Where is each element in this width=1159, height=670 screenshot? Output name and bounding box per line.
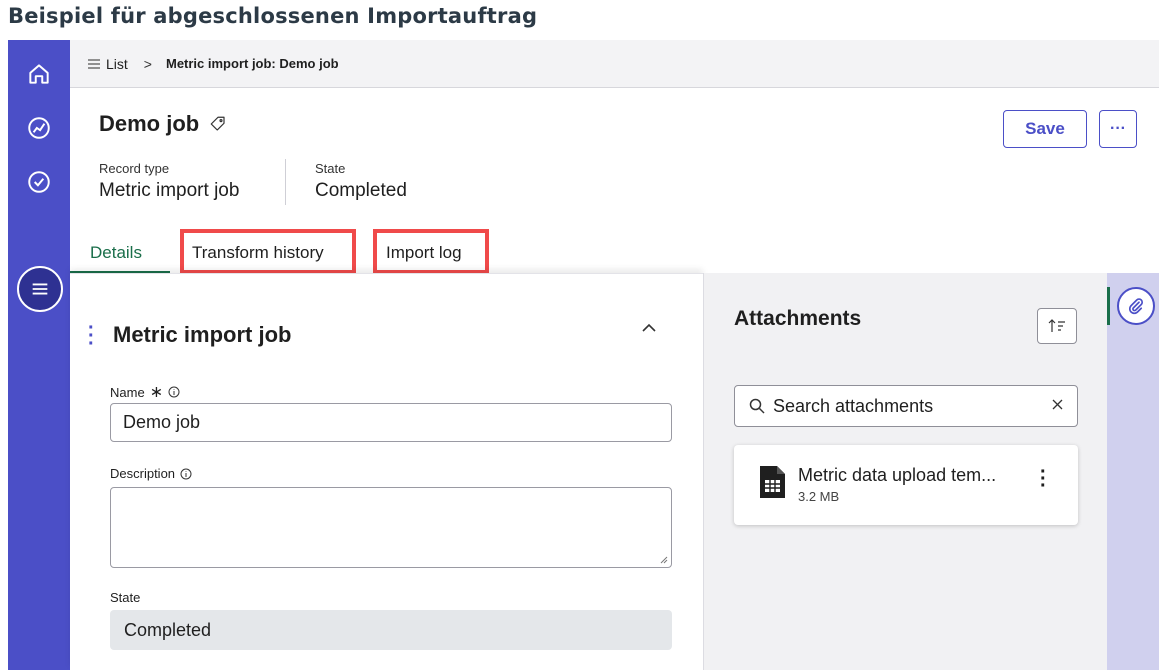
utility-strip bbox=[1107, 273, 1159, 670]
record-type-label: Record type bbox=[99, 161, 170, 176]
required-asterisk: ∗ bbox=[149, 384, 164, 401]
attachment-size: 3.2 MB bbox=[798, 489, 840, 504]
section-drag-handle[interactable]: · · · bbox=[88, 318, 95, 354]
chevron-up-icon bbox=[642, 323, 656, 332]
name-label: Name bbox=[110, 384, 145, 400]
attachment-card[interactable]: Metric data upload tem... 3.2 MB · · · bbox=[734, 445, 1078, 525]
search-icon bbox=[749, 398, 765, 414]
record-type-meta: Record type Metric import job bbox=[99, 161, 239, 202]
state-field-label: State bbox=[110, 590, 140, 605]
close-icon bbox=[1052, 399, 1063, 410]
attachment-name[interactable]: Metric data upload tem... bbox=[798, 465, 996, 486]
description-label: Description bbox=[110, 466, 176, 481]
attachments-title: Attachments bbox=[734, 307, 862, 330]
nav-metrics[interactable] bbox=[8, 108, 70, 148]
breadcrumb-separator: > bbox=[143, 55, 152, 72]
record-tabs: Details Transform history Import log bbox=[70, 229, 710, 274]
sort-attachments-button[interactable] bbox=[1037, 308, 1077, 344]
record-title: Demo job bbox=[99, 111, 200, 136]
attachments-toggle-button[interactable] bbox=[1117, 287, 1155, 325]
paperclip-icon bbox=[1128, 298, 1143, 315]
breadcrumb-current: Metric import job: Demo job bbox=[165, 56, 339, 71]
check-circle-icon bbox=[28, 171, 50, 193]
list-lines-icon bbox=[88, 58, 100, 69]
state-meta: State Completed bbox=[315, 161, 407, 202]
state-readonly-field: Completed bbox=[110, 610, 672, 650]
search-input[interactable]: Search attachments bbox=[734, 385, 1078, 427]
tag-icon[interactable] bbox=[209, 115, 227, 133]
nav-records[interactable] bbox=[17, 266, 63, 312]
save-button[interactable]: Save bbox=[1003, 110, 1087, 148]
page-caption: Beispiel für abgeschlossenen Importauftr… bbox=[8, 4, 538, 28]
metrics-icon bbox=[28, 117, 50, 139]
description-field-label: Description bbox=[110, 466, 192, 481]
nav-tasks[interactable] bbox=[8, 162, 70, 202]
state-meta-label: State bbox=[315, 161, 346, 176]
meta-divider bbox=[285, 159, 286, 205]
attachment-menu-button[interactable]: · · · bbox=[1040, 462, 1047, 496]
breadcrumb-list-label: List bbox=[106, 55, 128, 72]
nav-home[interactable] bbox=[8, 54, 70, 94]
sort-icon bbox=[1048, 319, 1065, 332]
info-icon[interactable] bbox=[168, 386, 180, 398]
clear-search-button[interactable] bbox=[1052, 397, 1063, 413]
search-placeholder: Search attachments bbox=[773, 395, 934, 416]
resize-handle-icon[interactable] bbox=[660, 556, 668, 564]
spreadsheet-file-icon bbox=[758, 465, 786, 504]
description-textarea[interactable] bbox=[110, 487, 672, 568]
nav-rail bbox=[8, 40, 70, 670]
home-icon bbox=[29, 64, 49, 84]
section-title: Metric import job bbox=[113, 322, 292, 347]
highlight-import-log bbox=[373, 229, 489, 274]
page-title: Demo job bbox=[99, 111, 227, 137]
attachments-panel: Attachments Search attachments Metric da… bbox=[703, 273, 1107, 670]
breadcrumb-list-link[interactable]: List bbox=[88, 56, 128, 72]
details-panel: · · · Metric import job Name ∗ Demo job De… bbox=[70, 273, 703, 670]
more-options-button[interactable]: ··· bbox=[1099, 110, 1137, 148]
breadcrumb: List > Metric import job: Demo job bbox=[70, 40, 1159, 88]
tab-details[interactable]: Details bbox=[90, 235, 142, 271]
collapse-section-button[interactable] bbox=[642, 320, 656, 338]
state-label: State bbox=[110, 590, 141, 605]
utility-active-indicator bbox=[1107, 287, 1110, 325]
state-meta-value: Completed bbox=[315, 180, 407, 201]
list-icon bbox=[32, 283, 48, 295]
highlight-transform-history bbox=[180, 229, 356, 274]
name-input[interactable]: Demo job bbox=[110, 403, 672, 442]
name-field-label: Name ∗ bbox=[110, 382, 180, 402]
record-header: Demo job Save ··· Record type Metric imp… bbox=[70, 89, 1159, 274]
record-type-value: Metric import job bbox=[99, 180, 240, 201]
info-icon[interactable] bbox=[180, 468, 192, 480]
